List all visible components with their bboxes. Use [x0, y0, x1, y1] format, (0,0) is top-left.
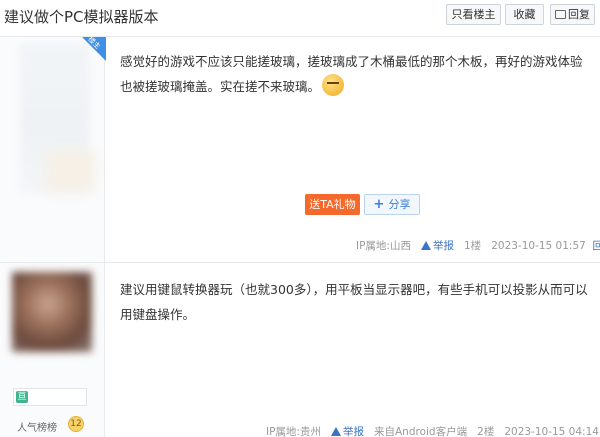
author-2-avatar[interactable]: [12, 272, 92, 352]
post-divider: [0, 262, 600, 263]
post-2-content: 建议用键鼠转换器玩（也就300多），用平板当显示器吧，有些手机可以投影从而可以用…: [120, 282, 588, 322]
post-1-ip: IP属地:山西: [356, 240, 411, 252]
emoji-icon: [322, 74, 345, 96]
thread-header: 建议做个PC模拟器版本 只看楼主 收藏 回复: [0, 0, 600, 34]
share-label: 分享: [388, 198, 411, 211]
post-1-reply-link[interactable]: 回复: [593, 240, 600, 252]
report-icon: [420, 241, 431, 250]
post-1-text: 感觉好的游戏不应该只能搓玻璃，搓玻璃成了木桶最低的那个木板，再好的游戏体验也被搓…: [120, 54, 583, 94]
favorite-button[interactable]: 收藏: [505, 4, 544, 25]
post-1-time: 2023-10-15 01:57: [491, 240, 586, 252]
post-2-ip: IP属地:贵州: [266, 426, 321, 437]
only-op-button[interactable]: 只看楼主: [446, 4, 501, 25]
reply-icon: [555, 10, 566, 19]
author-info-blurred: [45, 150, 95, 192]
post-1-floor: 1楼: [464, 240, 482, 252]
reply-button-label: 回复: [568, 8, 590, 21]
report-icon: [330, 427, 341, 436]
plus-icon: +: [373, 197, 385, 212]
gift-button[interactable]: 送TA礼物: [305, 194, 360, 215]
post-2-report-link[interactable]: 举报: [343, 426, 364, 437]
rank-label: 人气榜榜: [17, 423, 57, 434]
reply-button[interactable]: 回复: [550, 4, 595, 25]
thread-title: 建议做个PC模拟器版本: [4, 8, 159, 26]
post-2-time: 2023-10-15 04:14: [504, 426, 599, 437]
post-1-report-link[interactable]: 举报: [433, 240, 454, 252]
share-button[interactable]: + 分享: [364, 194, 420, 215]
rank-badge: 12: [68, 416, 84, 432]
level-icon: 亘: [16, 391, 28, 403]
post-2-floor: 2楼: [477, 426, 495, 437]
post-1-content: 感觉好的游戏不应该只能搓玻璃，搓玻璃成了木桶最低的那个木板，再好的游戏体验也被搓…: [120, 49, 588, 99]
post-1-footer: IP属地:山西 举报 1楼 2023-10-15 01:57 回复: [356, 238, 600, 253]
post-2-source: 来自Android客户端: [374, 426, 468, 437]
column-divider: [104, 37, 105, 437]
post-2-footer: IP属地:贵州 举报 来自Android客户端 2楼 2023-10-15 04…: [266, 424, 600, 437]
